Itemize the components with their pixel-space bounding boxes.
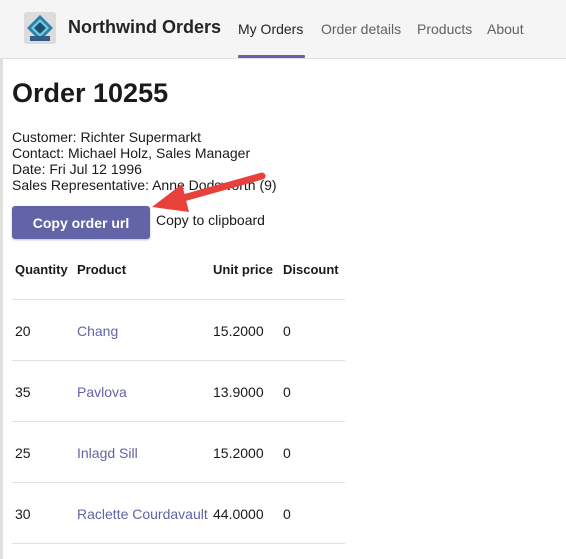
discount-cell: 0 — [283, 384, 291, 400]
row-divider — [12, 299, 345, 300]
tab-products[interactable]: Products — [417, 21, 472, 37]
app-header: Northwind Orders My Orders Order details… — [0, 0, 566, 59]
unit-price-cell: 15.2000 — [213, 445, 264, 461]
active-tab-indicator — [238, 55, 305, 58]
tab-my-orders[interactable]: My Orders — [238, 21, 303, 37]
contact-info: Contact: Michael Holz, Sales Manager — [12, 145, 251, 161]
product-link[interactable]: Raclette Courdavault — [77, 506, 208, 522]
column-header-unit-price: Unit price — [213, 262, 273, 277]
app-title: Northwind Orders — [68, 17, 222, 37]
copy-order-url-button[interactable]: Copy order url — [12, 206, 150, 239]
quantity-cell: 20 — [15, 323, 31, 339]
page: Northwind Orders My Orders Order details… — [0, 0, 566, 559]
northwind-logo-icon — [24, 12, 56, 44]
column-header-product: Product — [77, 262, 127, 277]
row-divider — [12, 360, 345, 361]
sales-rep-info: Sales Representative: Anne Dodsworth (9) — [12, 177, 277, 193]
product-link[interactable]: Pavlova — [77, 384, 127, 400]
row-divider — [12, 543, 345, 544]
column-header-quantity: Quantity — [15, 262, 68, 277]
tab-order-details[interactable]: Order details — [321, 21, 401, 37]
customer-info: Customer: Richter Supermarkt — [12, 129, 202, 145]
column-header-discount: Discount — [283, 262, 339, 277]
discount-cell: 0 — [283, 323, 291, 339]
quantity-cell: 30 — [15, 506, 31, 522]
discount-cell: 0 — [283, 445, 291, 461]
row-divider — [12, 482, 345, 483]
unit-price-cell: 13.9000 — [213, 384, 264, 400]
product-link[interactable]: Chang — [77, 323, 118, 339]
date-info: Date: Fri Jul 12 1996 — [12, 161, 142, 177]
product-link[interactable]: Inlagd Sill — [77, 445, 138, 461]
quantity-cell: 35 — [15, 384, 31, 400]
tab-about[interactable]: About — [487, 21, 524, 37]
quantity-cell: 25 — [15, 445, 31, 461]
copy-to-clipboard-label: Copy to clipboard — [156, 212, 265, 228]
page-title: Order 10255 — [12, 78, 169, 108]
unit-price-cell: 44.0000 — [213, 506, 264, 522]
discount-cell: 0 — [283, 506, 291, 522]
unit-price-cell: 15.2000 — [213, 323, 264, 339]
left-rail-divider — [0, 59, 3, 559]
row-divider — [12, 421, 345, 422]
